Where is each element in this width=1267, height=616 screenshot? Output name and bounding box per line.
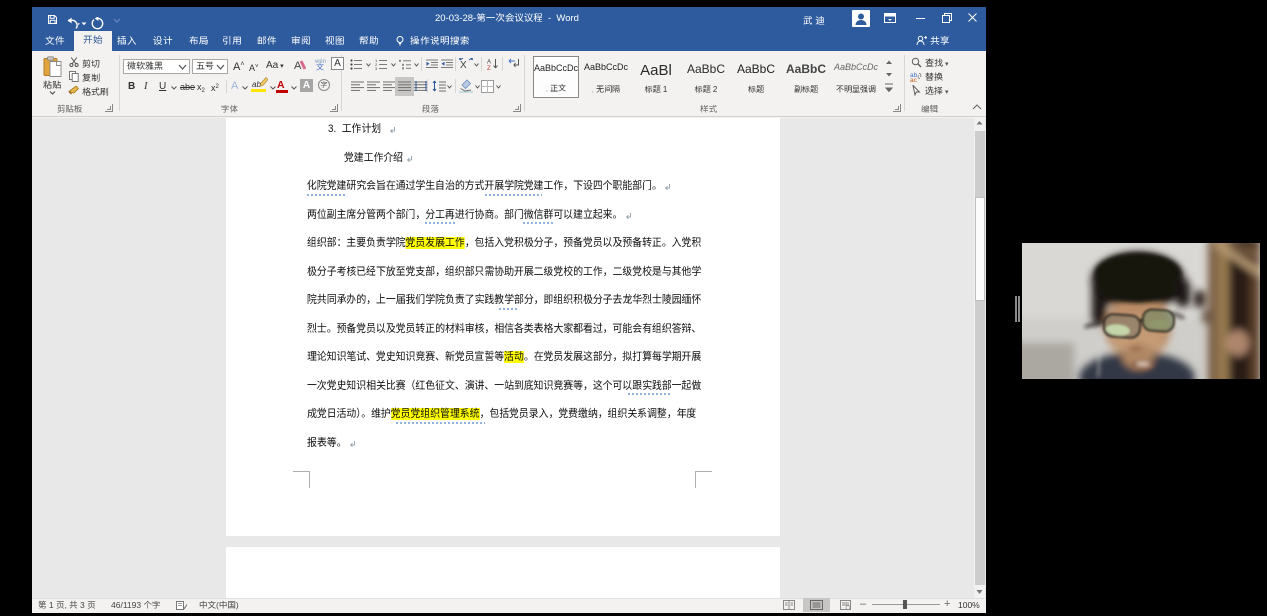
- svg-text:Χ: Χ: [460, 60, 467, 70]
- svg-text:A: A: [487, 60, 491, 66]
- svg-text:Z: Z: [487, 66, 491, 70]
- svg-text:文: 文: [316, 62, 325, 71]
- svg-text:ac: ac: [910, 77, 918, 82]
- svg-text:3: 3: [375, 66, 378, 70]
